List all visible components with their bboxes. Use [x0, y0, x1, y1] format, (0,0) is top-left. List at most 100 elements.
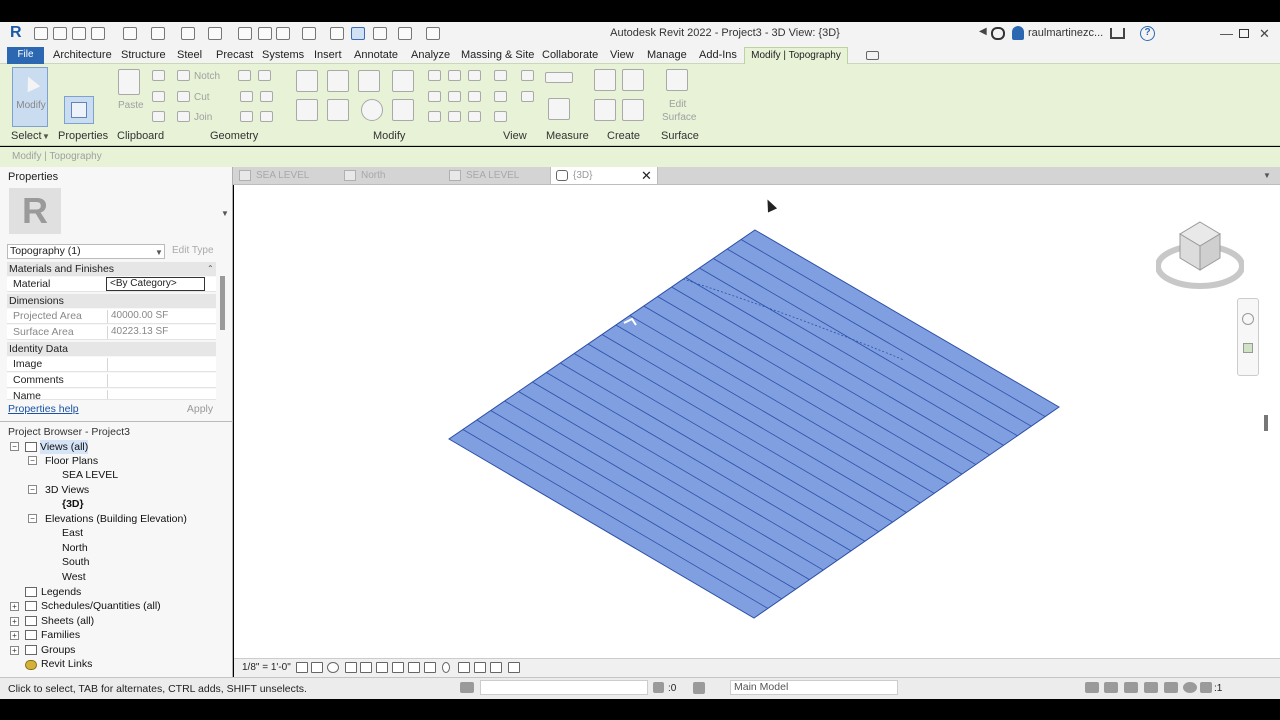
- tab-systems[interactable]: Systems: [262, 48, 304, 64]
- type-selector-chevron-icon[interactable]: ▼: [155, 248, 163, 257]
- tree-sea-level[interactable]: SEA LEVEL: [62, 468, 118, 482]
- filter-icon[interactable]: [1200, 682, 1212, 693]
- restore-icon[interactable]: [1239, 29, 1249, 38]
- image-value[interactable]: [107, 358, 206, 371]
- properties-scrollbar[interactable]: [220, 276, 225, 330]
- tree-east[interactable]: East: [62, 526, 83, 540]
- material-value[interactable]: <By Category>: [106, 277, 205, 291]
- 3d-view-icon[interactable]: [302, 27, 316, 40]
- cut-icon[interactable]: [152, 70, 165, 81]
- edit-surface-label-2[interactable]: Surface: [662, 112, 696, 123]
- create-assembly-icon[interactable]: [594, 69, 616, 91]
- demolish-icon[interactable]: [240, 111, 253, 122]
- notch-icon[interactable]: [177, 70, 190, 81]
- array-icon[interactable]: [428, 91, 441, 102]
- view-filter-icon[interactable]: [521, 91, 534, 102]
- join-label[interactable]: Join: [194, 112, 212, 123]
- split-element-icon[interactable]: [428, 70, 441, 81]
- hide-element-icon[interactable]: [494, 70, 507, 81]
- paint-icon[interactable]: [260, 91, 273, 102]
- mirror-pick-axis-icon[interactable]: [358, 70, 380, 92]
- lock-view-icon[interactable]: [408, 662, 420, 673]
- trim-extend-icon[interactable]: [392, 99, 414, 121]
- undo-icon[interactable]: [123, 27, 137, 40]
- linework-icon[interactable]: [494, 111, 507, 122]
- remove-paint-icon[interactable]: [260, 111, 273, 122]
- workset-icon[interactable]: [460, 682, 474, 693]
- pin-icon[interactable]: [468, 91, 481, 102]
- navigation-bar[interactable]: [1237, 298, 1259, 376]
- tree-sheets[interactable]: Sheets (all): [41, 614, 94, 628]
- tree-legends[interactable]: Legends: [41, 585, 81, 599]
- background-processes-icon[interactable]: [1183, 682, 1197, 693]
- select-links-icon[interactable]: [1085, 682, 1099, 693]
- customize-qat-icon[interactable]: [426, 27, 440, 40]
- notch-label[interactable]: Notch: [194, 71, 220, 82]
- tree-south[interactable]: South: [62, 555, 89, 569]
- trim-single-icon[interactable]: [468, 70, 481, 81]
- highlight-displacement-icon[interactable]: [508, 662, 520, 673]
- redo-icon[interactable]: [151, 27, 165, 40]
- measure-icon[interactable]: [208, 27, 222, 40]
- select-by-face-icon[interactable]: [1144, 682, 1158, 693]
- drawing-canvas[interactable]: [234, 185, 1280, 658]
- show-crop-icon[interactable]: [392, 662, 404, 673]
- cut-label[interactable]: Cut: [194, 92, 210, 103]
- tree-3d-view[interactable]: {3D}: [62, 497, 84, 511]
- vertical-scrollbar-thumb[interactable]: [1264, 415, 1268, 431]
- tag-icon[interactable]: [258, 27, 272, 40]
- move-icon[interactable]: [296, 99, 318, 121]
- crop-view-icon[interactable]: [376, 662, 388, 673]
- create-similar-icon[interactable]: [622, 99, 644, 121]
- align-icon[interactable]: [296, 70, 318, 92]
- apply-button[interactable]: Apply: [172, 403, 228, 417]
- tab-collaborate[interactable]: Collaborate: [542, 48, 598, 64]
- override-graphics-icon[interactable]: [494, 91, 507, 102]
- properties-button[interactable]: [64, 96, 94, 124]
- wall-joins-icon[interactable]: [238, 70, 251, 81]
- analytical-model-icon[interactable]: [490, 662, 502, 673]
- switch-windows-icon[interactable]: [398, 27, 412, 40]
- zoom-icon[interactable]: [1243, 343, 1253, 353]
- elevations-collapse-icon[interactable]: −: [28, 514, 37, 523]
- shadows-icon[interactable]: [345, 662, 357, 673]
- collapse-group-icon[interactable]: ⌃: [207, 264, 214, 273]
- families-expand-icon[interactable]: +: [10, 631, 19, 640]
- cut-geometry-icon[interactable]: [177, 91, 190, 102]
- tab-precast[interactable]: Precast: [216, 48, 253, 64]
- sync-icon[interactable]: [91, 27, 105, 40]
- home-icon[interactable]: [34, 27, 48, 40]
- select-pinned-icon[interactable]: [1124, 682, 1138, 693]
- thin-lines-icon[interactable]: [351, 27, 365, 40]
- tree-families[interactable]: Families: [41, 628, 80, 642]
- editable-only-icon[interactable]: [653, 682, 664, 693]
- tab-insert[interactable]: Insert: [314, 48, 342, 64]
- tree-3d-views[interactable]: 3D Views: [45, 483, 89, 497]
- tree-north[interactable]: North: [62, 541, 88, 555]
- name-value[interactable]: [107, 390, 206, 399]
- tab-annotate[interactable]: Annotate: [354, 48, 398, 64]
- properties-help-link[interactable]: Properties help: [8, 403, 79, 415]
- close-view-tab-icon[interactable]: ✕: [641, 168, 652, 184]
- workset-selector[interactable]: [480, 680, 648, 695]
- user-name[interactable]: raulmartinezc...: [1028, 27, 1103, 39]
- view-cube[interactable]: [1155, 218, 1245, 292]
- design-options-icon[interactable]: [693, 682, 705, 694]
- modify-button[interactable]: Modify: [12, 67, 48, 127]
- tree-revit-links[interactable]: Revit Links: [41, 657, 92, 671]
- sun-path-icon[interactable]: [327, 662, 339, 673]
- tab-file[interactable]: File: [7, 47, 44, 64]
- minimize-icon[interactable]: —: [1220, 26, 1233, 41]
- type-selector[interactable]: Topography (1): [7, 244, 165, 259]
- views-collapse-icon[interactable]: −: [10, 442, 19, 451]
- create-group-icon[interactable]: [594, 99, 616, 121]
- group-materials[interactable]: Materials and Finishes: [7, 262, 216, 276]
- tree-groups[interactable]: Groups: [41, 643, 75, 657]
- tab-architecture[interactable]: Architecture: [53, 48, 112, 64]
- view-option-icon[interactable]: [521, 70, 534, 81]
- tab-view[interactable]: View: [610, 48, 634, 64]
- tree-schedules[interactable]: Schedules/Quantities (all): [41, 599, 161, 613]
- rendering-icon[interactable]: [360, 662, 372, 673]
- text-icon[interactable]: [276, 27, 290, 40]
- offset-icon[interactable]: [327, 70, 349, 92]
